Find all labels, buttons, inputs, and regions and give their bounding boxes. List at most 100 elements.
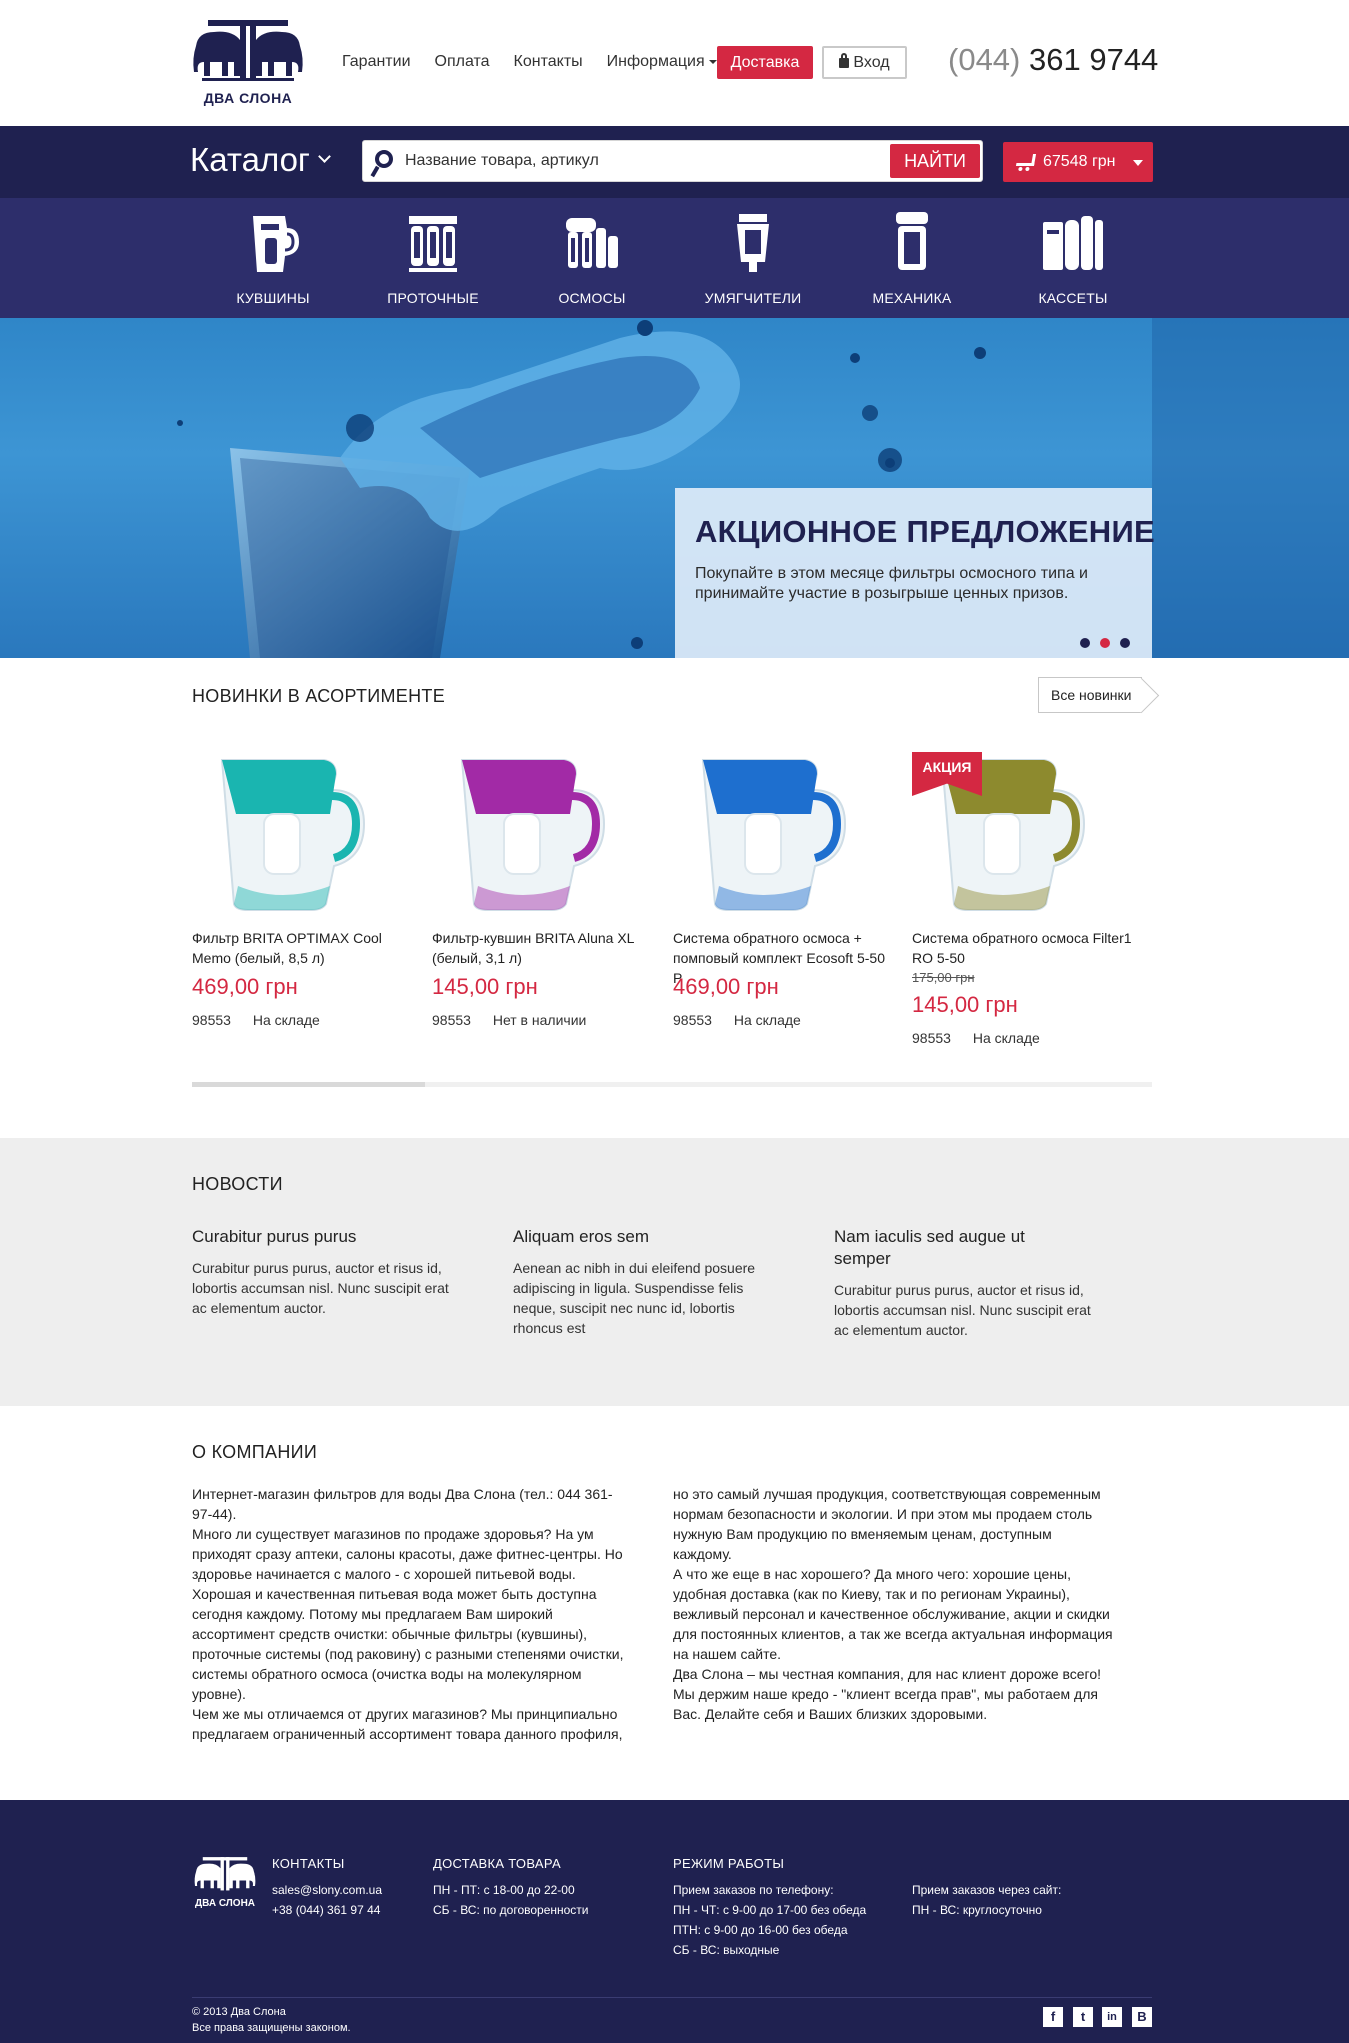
category-label: ОСМОСЫ: [558, 290, 626, 306]
mechanical-filter-icon: [896, 212, 928, 270]
slider-dot[interactable]: [1120, 638, 1130, 648]
footer-heading: ДОСТАВКА ТОВАРА: [433, 1856, 561, 1871]
about-paragraph: А что же еще в нас хорошего? Да много че…: [673, 1566, 1113, 1662]
product-meta: 98553 На складе: [673, 1012, 801, 1028]
products-scrollbar-thumb[interactable]: [192, 1082, 425, 1087]
product-name[interactable]: Фильтр BRITA OPTIMAX Cool Memo (белый, 8…: [192, 928, 412, 968]
nav-link-payment[interactable]: Оплата: [435, 52, 490, 72]
news-item[interactable]: Nam iaculis sed augue ut semper Curabitu…: [834, 1226, 1091, 1340]
news-title[interactable]: Curabitur purus purus: [192, 1226, 452, 1248]
category-label: УМЯГЧИТЕЛИ: [704, 290, 802, 306]
logo-text: ДВА СЛОНА: [203, 90, 293, 106]
about-paragraph: Много ли существует магазинов по продаже…: [192, 1526, 624, 1702]
slider-dot[interactable]: [1080, 638, 1090, 648]
delivery-button[interactable]: Доставка: [717, 46, 813, 79]
footer-logo-text: ДВА СЛОНА: [194, 1898, 256, 1909]
footer-text: ПН - ПТ: с 18-00 до 22-00: [433, 1883, 575, 1897]
footer-heading: РЕЖИМ РАБОТЫ: [673, 1856, 785, 1871]
promo-title: АКЦИОННОЕ ПРЕДЛОЖЕНИЕ: [695, 514, 1156, 549]
new-products-heading: НОВИНКИ В АСОРТИМЕНТЕ: [192, 686, 446, 706]
category-cartridges[interactable]: КАССЕТЫ: [1003, 198, 1143, 318]
category-flow[interactable]: ПРОТОЧНЫЕ: [363, 198, 503, 318]
catalog-title: Каталог: [190, 141, 310, 178]
about-paragraph: Интернет-магазин фильтров для воды Два С…: [192, 1486, 613, 1522]
product-meta: 98553 На складе: [192, 1012, 320, 1028]
footer-hours: РЕЖИМ РАБОТЫ Прием заказов по телефону: …: [673, 1854, 866, 1960]
category-mechanics[interactable]: МЕХАНИКА: [842, 198, 982, 318]
product-sku: 98553: [192, 1012, 231, 1028]
product-name[interactable]: Система обратного осмоса Filter1 RO 5-50: [912, 928, 1132, 968]
product-stock: Нет в наличии: [492, 1012, 587, 1028]
twitter-icon[interactable]: t: [1073, 2007, 1093, 2027]
product-price: 145,00 грн: [912, 992, 1018, 1017]
footer-phone[interactable]: +38 (044) 361 97 44: [272, 1900, 382, 1920]
hero-banner[interactable]: АКЦИОННОЕ ПРЕДЛОЖЕНИЕ Покупайте в этом м…: [0, 318, 1349, 658]
phone-code: (044): [948, 42, 1021, 77]
nav-link-info[interactable]: Информация: [607, 52, 717, 72]
footer-logo[interactable]: ДВА СЛОНА: [192, 1856, 258, 1910]
cart-button[interactable]: 67548 грн: [1003, 142, 1153, 182]
footer-email[interactable]: sales@slony.com.ua: [272, 1880, 382, 1900]
pitcher-product-image: [460, 759, 606, 911]
vkontakte-icon[interactable]: В: [1132, 2007, 1152, 2027]
slider-dot-active[interactable]: [1100, 638, 1110, 648]
footer-text: ПН - ВС: круглосуточно: [912, 1903, 1042, 1917]
pitcher-product-image: [220, 759, 366, 911]
linkedin-icon[interactable]: in: [1102, 2007, 1122, 2027]
rights-line: Все права защищены законом.: [192, 2022, 351, 2034]
about-column-right: но это самый лучшая продукция, соответст…: [673, 1484, 1113, 1724]
promo-card: АКЦИОННОЕ ПРЕДЛОЖЕНИЕ Покупайте в этом м…: [675, 488, 1156, 658]
slider-dots: [1080, 638, 1130, 648]
news-title[interactable]: Nam iaculis sed augue ut semper: [834, 1226, 1064, 1270]
search-input[interactable]: [405, 141, 845, 181]
product-stock: На складе: [252, 1012, 320, 1028]
facebook-icon[interactable]: f: [1043, 2007, 1063, 2027]
about-paragraph: Два Слона – мы честная компания, для нас…: [673, 1666, 1102, 1722]
about-column-left: Интернет-магазин фильтров для воды Два С…: [192, 1484, 632, 1744]
footer-text: ПТН: с 9-00 до 16-00 без обеда: [673, 1923, 848, 1937]
news-item[interactable]: Curabitur purus purus Curabitur purus pu…: [192, 1226, 452, 1318]
search-icon: [375, 150, 393, 168]
category-label: ПРОТОЧНЫЕ: [387, 290, 479, 306]
category-label: КУВШИНЫ: [236, 290, 310, 306]
category-label: МЕХАНИКА: [872, 290, 952, 306]
promo-text: Покупайте в этом месяце фильтры осмосног…: [695, 565, 1088, 602]
phone-number: 361 9744: [1029, 42, 1159, 77]
pitcher-icon: [253, 216, 299, 272]
caret-down-icon: [708, 59, 717, 64]
all-new-button[interactable]: Все новинки: [1038, 677, 1142, 713]
category-osmosis[interactable]: ОСМОСЫ: [522, 198, 662, 318]
logo[interactable]: ДВА СЛОНА: [192, 18, 304, 108]
top-nav: Гарантии Оплата Контакты Информация: [342, 52, 741, 72]
pitcher-product-image: [701, 759, 847, 911]
lock-icon: [839, 53, 850, 68]
caret-down-icon: [1133, 160, 1143, 166]
news-title[interactable]: Aliquam eros sem: [513, 1226, 773, 1248]
product-stock: На складе: [972, 1030, 1040, 1046]
product-sku: 98553: [673, 1012, 712, 1028]
product-old-price: 175,00 грн: [912, 970, 975, 985]
news-text: Curabitur purus purus, auctor et risus i…: [834, 1282, 1091, 1338]
flow-filter-icon: [409, 216, 457, 272]
product-name[interactable]: Фильтр-кувшин BRITA Aluna XL (белый, 3,1…: [432, 928, 652, 968]
header-phone[interactable]: (044) 361 9744: [948, 42, 1158, 78]
catalog-dropdown[interactable]: Каталог: [190, 140, 331, 180]
search-button[interactable]: НАЙТИ: [890, 144, 980, 178]
category-pitchers[interactable]: КУВШИНЫ: [203, 198, 343, 318]
product-sku: 98553: [912, 1030, 951, 1046]
product-stock: На складе: [733, 1012, 801, 1028]
login-button[interactable]: Вход: [822, 46, 907, 79]
news-item[interactable]: Aliquam eros sem Aenean ac nibh in dui e…: [513, 1226, 773, 1338]
footer-text: СБ - ВС: по договоренности: [433, 1903, 589, 1917]
copyright: © 2013 Два Слона Все права защищены зако…: [192, 2004, 351, 2036]
nav-link-info-label: Информация: [606, 53, 705, 70]
product-price: 469,00 грн: [673, 974, 779, 999]
news-text: Aenean ac nibh in dui eleifend posuere a…: [513, 1260, 756, 1336]
catalog-bar: Каталог НАЙТИ 67548 грн: [0, 126, 1349, 198]
category-softeners[interactable]: УМЯГЧИТЕЛИ: [683, 198, 823, 318]
nav-link-contacts[interactable]: Контакты: [514, 52, 583, 72]
nav-link-guarantees[interactable]: Гарантии: [342, 52, 411, 72]
about-paragraph: но это самый лучшая продукция, соответст…: [673, 1486, 1101, 1562]
news-section: НОВОСТИ Curabitur purus purus Curabitur …: [0, 1138, 1349, 1406]
copyright-line: © 2013 Два Слона: [192, 2006, 286, 2018]
